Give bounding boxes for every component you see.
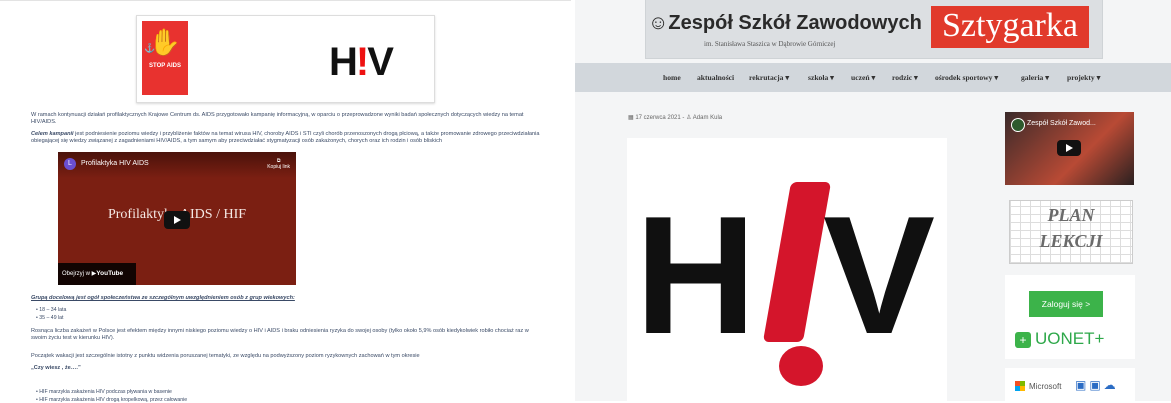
target-group: Grupą docelową jest ogół społeczeństwa z… (31, 295, 295, 301)
smiley-icon: ☺ (648, 12, 669, 34)
lesson-plan-link[interactable]: PLAN LEKCJI (1009, 200, 1133, 264)
hand-icon: ✋ (148, 27, 182, 57)
microsoft-widget[interactable]: Microsoft ▣▣☁ (1005, 368, 1135, 401)
channel-avatar[interactable] (1011, 118, 1025, 132)
post-meta: ▦ 17 czerwca 2021 - ♙ Adam Kula (628, 115, 723, 121)
nav-item-recruitment[interactable]: rekrutacja ▾ (749, 73, 789, 82)
post-author[interactable]: Adam Kula (693, 115, 722, 121)
nav-item-school[interactable]: szkoła ▾ (808, 73, 834, 82)
nav-item-home[interactable]: home (663, 73, 681, 82)
list-item: • HIF marzykia zakażenia HIV drogą krope… (36, 397, 188, 403)
plan-label: PLAN (1047, 205, 1095, 225)
paragraph-summer: Początek wakacji jest szczególnie istotn… (31, 353, 420, 359)
school-name[interactable]: ☺Zespół Szkół Zawodowych (648, 12, 922, 35)
youtube-title[interactable]: Zespół Szkół Zawod... (1027, 120, 1096, 127)
brand-logo[interactable]: Sztygarka (931, 6, 1089, 48)
main-nav: home aktualności rekrutacja ▾ szkoła ▾ u… (575, 63, 1171, 92)
site-header[interactable]: ☺Zespół Szkół Zawodowych im. Stanisława … (645, 0, 1103, 59)
anchor-icon: ⚓ (144, 43, 156, 53)
school-site-pane: ☺Zespół Szkół Zawodowych im. Stanisława … (575, 0, 1171, 401)
user-icon: ♙ (686, 115, 692, 121)
uonet-widget: Zaloguj się > + UONET+ (1005, 275, 1135, 359)
post-date[interactable]: 17 czerwca 2021 (635, 115, 680, 121)
nav-item-student[interactable]: uczeń ▾ (851, 73, 875, 82)
stop-aids-poster: ✋ STOP AIDS (142, 21, 188, 95)
list-item: • HIF marzykia zakażenia HIV podczas pły… (36, 389, 172, 395)
hiv-letter-h: H (635, 181, 756, 369)
nav-item-parent[interactable]: rodzic ▾ (892, 73, 918, 82)
nav-item-sports[interactable]: ośrodek sportowy ▾ (935, 73, 998, 82)
hiv-exclamation-dot (779, 346, 823, 386)
post-featured-image: H V (627, 138, 947, 401)
embedded-video[interactable]: L Profilaktyka HIV AIDS ⧉ Kopiuj link Pro… (58, 152, 296, 285)
did-you-know: „Czy wiesz , że….” (31, 365, 81, 371)
calendar-icon: ▦ (628, 115, 634, 121)
article-pane: ✋ STOP AIDS H!V ⚓ W ramach kontynuacji d… (0, 0, 571, 403)
nav-item-gallery[interactable]: galeria ▾ (1021, 73, 1049, 82)
video-title[interactable]: Profilaktyka HIV AIDS (81, 160, 149, 167)
hiv-logo: H!V (329, 40, 394, 84)
list-item: • 18 – 34 lata (36, 307, 67, 313)
lessons-label: LEKCJI (1039, 231, 1103, 251)
paragraph-stats: Rosnąca liczba zakażeń w Polsce jest efe… (31, 328, 529, 341)
login-button[interactable]: Zaloguj się > (1029, 291, 1103, 317)
channel-avatar[interactable]: L (64, 158, 76, 170)
nav-item-projects[interactable]: projekty ▾ (1067, 73, 1100, 82)
uonet-link[interactable]: + UONET+ (1015, 329, 1104, 349)
copy-link-button[interactable]: ⧉ Kopiuj link (267, 158, 290, 170)
watch-on-youtube[interactable]: Obejrzyj w ▶YouTube (58, 263, 136, 285)
microsoft-logo-icon (1015, 381, 1025, 391)
school-subtitle: im. Stanisława Staszica w Dąbrowie Górni… (704, 40, 836, 48)
play-button[interactable] (1057, 140, 1081, 156)
list-item: • 35 – 49 lat (36, 315, 64, 321)
paragraph-intro: W ramach kontynuacji działań profilaktyc… (31, 112, 524, 125)
article-header-image: ✋ STOP AIDS H!V (136, 15, 435, 103)
microsoft-label: Microsoft (1029, 382, 1062, 391)
hiv-exclamation-bar (762, 182, 832, 342)
office-apps-icon: ▣▣☁ (1075, 378, 1119, 392)
plus-icon: + (1015, 331, 1031, 348)
paragraph-goal: Celem kampanii jest podniesienie poziomu… (31, 131, 540, 144)
play-button[interactable] (164, 211, 190, 229)
youtube-widget[interactable]: Zespół Szkół Zawod... (1005, 112, 1134, 185)
nav-item-news[interactable]: aktualności (697, 73, 734, 82)
hiv-letter-v: V (823, 181, 936, 369)
stop-aids-label: STOP AIDS (149, 63, 181, 69)
